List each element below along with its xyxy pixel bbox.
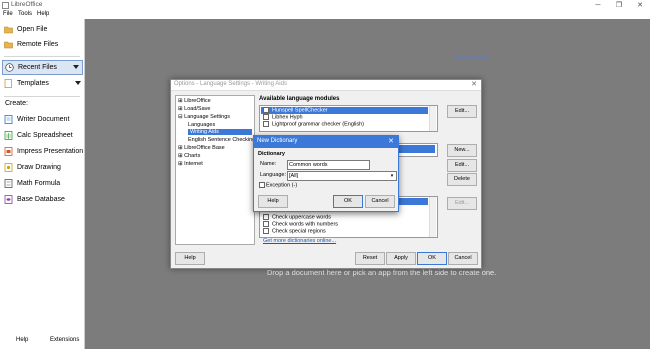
option-row[interactable]: Check uppercase words bbox=[261, 214, 331, 221]
create-label: Create: bbox=[5, 100, 28, 107]
open-file-label: Open File bbox=[17, 26, 48, 33]
delete-dictionary-button[interactable]: Delete bbox=[447, 173, 477, 186]
folder-icon bbox=[4, 26, 13, 34]
tree-item-load-save[interactable]: ⊞ Load/Save bbox=[178, 106, 210, 112]
tree-item-writing-aids[interactable]: Writing Aids bbox=[188, 129, 252, 135]
tree-item-charts[interactable]: ⊞ Charts bbox=[178, 153, 200, 159]
name-label: Name: bbox=[260, 161, 277, 167]
minimize-button[interactable]: ─ bbox=[588, 0, 608, 11]
apply-button[interactable]: Apply bbox=[386, 252, 416, 265]
templates-button[interactable]: Templates bbox=[3, 77, 82, 90]
tree-item-english-sentence-checking[interactable]: English Sentence Checking bbox=[188, 137, 255, 143]
option-checkbox[interactable] bbox=[263, 221, 269, 227]
draw-icon bbox=[4, 163, 13, 172]
dictionary-edit-button[interactable]: Edit... bbox=[447, 159, 477, 172]
tree-item-languages[interactable]: Languages bbox=[188, 122, 215, 128]
module-checkbox[interactable] bbox=[263, 107, 269, 113]
recent-files-button[interactable]: Recent Files bbox=[2, 60, 83, 75]
draw-drawing-label: Draw Drawing bbox=[17, 164, 61, 171]
impress-presentation-label: Impress Presentation bbox=[17, 148, 84, 155]
calc-spreadsheet-label: Calc Spreadsheet bbox=[17, 132, 73, 139]
options-help-button[interactable]: Help bbox=[175, 252, 205, 265]
clock-icon bbox=[5, 63, 14, 72]
math-icon bbox=[4, 179, 13, 188]
options-scrollbar[interactable] bbox=[429, 197, 436, 237]
module-row[interactable]: Lightproof grammar checker (English) bbox=[261, 121, 364, 128]
drop-document-hint: Drop a document here or pick an app from… bbox=[267, 268, 497, 277]
options-cancel-button[interactable]: Cancel bbox=[448, 252, 478, 265]
new-dictionary-title-bar: New Dictionary ✕ bbox=[254, 136, 398, 148]
help-button[interactable]: Help bbox=[16, 337, 28, 343]
module-checkbox[interactable] bbox=[263, 114, 269, 120]
modules-scrollbar[interactable] bbox=[429, 106, 436, 131]
new-dictionary-dialog: New Dictionary ✕ Dictionary Name: Common… bbox=[253, 135, 399, 212]
chevron-down-icon[interactable]: ▾ bbox=[389, 172, 395, 180]
options-tree: ⊞ LibreOffice ⊞ Load/Save ⊟ Language Set… bbox=[175, 95, 255, 245]
options-edit-button[interactable]: Edit... bbox=[447, 197, 477, 210]
exception-checkbox-row[interactable]: Exception (-) bbox=[259, 182, 297, 188]
calc-icon bbox=[4, 131, 13, 140]
menu-bar: File Tools Help bbox=[0, 11, 650, 19]
menu-file[interactable]: File bbox=[3, 11, 13, 17]
libreoffice-logo-icon bbox=[2, 2, 9, 9]
language-select[interactable]: [All] ▾ bbox=[287, 171, 397, 181]
writer-icon bbox=[4, 115, 13, 124]
templates-label: Templates bbox=[17, 80, 49, 87]
sidebar-divider bbox=[4, 96, 80, 97]
options-dialog-title: Options - Language Settings - Writing Ai… bbox=[174, 81, 287, 87]
base-database-label: Base Database bbox=[17, 196, 65, 203]
remote-folder-icon bbox=[4, 41, 13, 49]
new-dictionary-close-icon[interactable]: ✕ bbox=[388, 137, 394, 145]
menu-help[interactable]: Help bbox=[37, 11, 49, 17]
sidebar-divider bbox=[4, 56, 80, 57]
close-button[interactable]: ✕ bbox=[630, 0, 650, 11]
option-checkbox[interactable] bbox=[263, 228, 269, 234]
module-row[interactable]: Hunspell SpellChecker bbox=[261, 107, 428, 114]
option-row[interactable]: Check words with numbers bbox=[261, 221, 338, 228]
new-dictionary-cancel-button[interactable]: Cancel bbox=[365, 195, 395, 208]
base-icon bbox=[4, 195, 13, 204]
get-more-dictionaries-link[interactable]: Get more dictionaries online... bbox=[263, 238, 336, 244]
available-modules-label: Available language modules bbox=[259, 96, 340, 102]
exception-label: Exception (-) bbox=[266, 182, 298, 189]
tree-item-internet[interactable]: ⊞ Internet bbox=[178, 161, 203, 167]
tree-item-libreoffice[interactable]: ⊞ LibreOffice bbox=[178, 98, 211, 104]
impress-icon bbox=[4, 147, 13, 156]
remote-files-label: Remote Files bbox=[17, 41, 59, 48]
extensions-button[interactable]: Extensions bbox=[50, 337, 79, 343]
new-dictionary-help-button[interactable]: Help bbox=[258, 195, 288, 208]
modules-edit-button[interactable]: Edit... bbox=[447, 105, 477, 118]
maximize-button[interactable]: ❐ bbox=[609, 0, 629, 11]
new-dictionary-button[interactable]: New... bbox=[447, 144, 477, 157]
option-row[interactable]: Check special regions bbox=[261, 228, 326, 235]
math-formula-label: Math Formula bbox=[17, 180, 61, 187]
dictionary-name-input[interactable]: Common words bbox=[287, 160, 370, 170]
module-row[interactable]: Libhex Hyph bbox=[261, 114, 303, 121]
background-thumbnail bbox=[453, 56, 489, 59]
new-dictionary-title: New Dictionary bbox=[257, 138, 298, 144]
language-label: Language: bbox=[260, 172, 286, 178]
tree-item-libreoffice-base[interactable]: ⊞ LibreOffice Base bbox=[178, 145, 225, 151]
window-title: LibreOffice bbox=[11, 1, 43, 8]
module-checkbox[interactable] bbox=[263, 121, 269, 127]
tree-item-language-settings[interactable]: ⊟ Language Settings bbox=[178, 114, 230, 120]
options-close-icon[interactable]: ✕ bbox=[471, 80, 477, 88]
options-dialog-title-bar: Options - Language Settings - Writing Ai… bbox=[171, 80, 481, 91]
option-checkbox[interactable] bbox=[263, 214, 269, 220]
language-select-value: [All] bbox=[289, 173, 299, 179]
recent-files-label: Recent Files bbox=[18, 64, 57, 71]
menu-tools[interactable]: Tools bbox=[18, 11, 32, 17]
new-dictionary-ok-button[interactable]: OK bbox=[333, 195, 363, 208]
reset-button[interactable]: Reset bbox=[355, 252, 385, 265]
dictionary-section-label: Dictionary bbox=[258, 151, 285, 157]
writer-document-label: Writer Document bbox=[17, 116, 70, 123]
templates-dropdown-arrow[interactable] bbox=[75, 81, 81, 85]
language-modules-list[interactable]: Hunspell SpellChecker Libhex Hyph Lightp… bbox=[259, 105, 438, 132]
recent-files-dropdown-arrow[interactable] bbox=[73, 65, 79, 69]
start-center-sidebar: Open File Remote Files Recent Files Temp… bbox=[0, 19, 85, 349]
templates-icon bbox=[4, 79, 12, 88]
options-ok-button[interactable]: OK bbox=[417, 252, 447, 265]
exception-checkbox[interactable] bbox=[259, 182, 265, 188]
